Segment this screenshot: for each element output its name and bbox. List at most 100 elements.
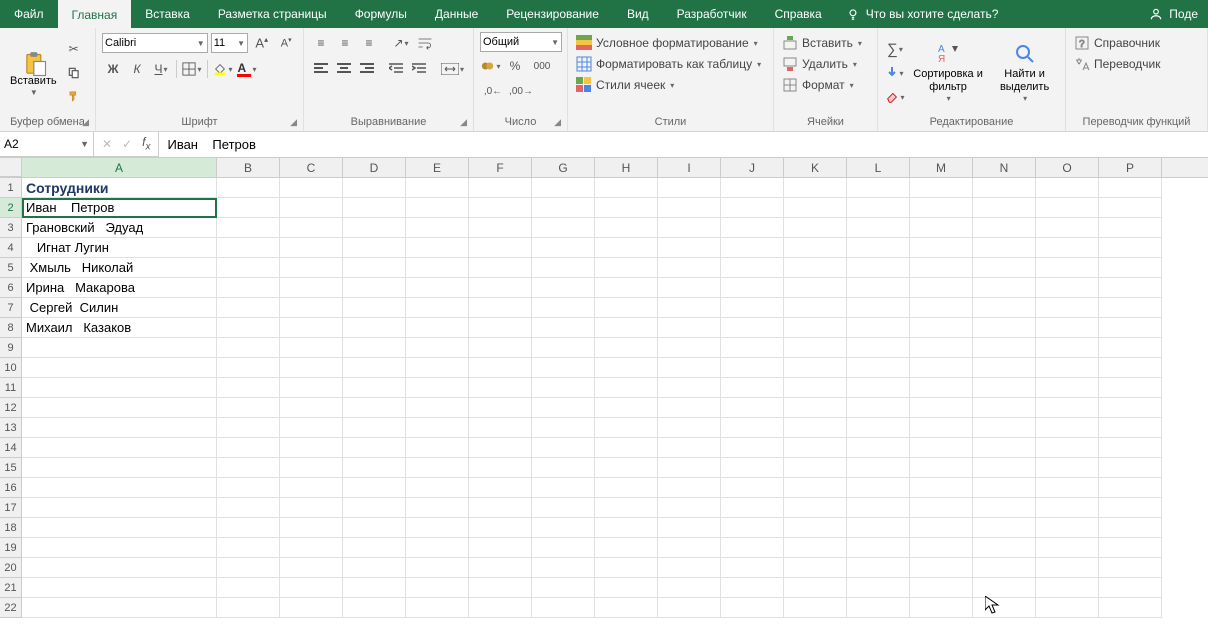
cell[interactable] bbox=[532, 438, 595, 458]
cell[interactable]: Михаил Казаков bbox=[22, 318, 217, 338]
cell[interactable] bbox=[1099, 418, 1162, 438]
cell[interactable] bbox=[280, 558, 343, 578]
cell[interactable] bbox=[784, 598, 847, 618]
format-painter-button[interactable] bbox=[63, 86, 85, 108]
row-header[interactable]: 22 bbox=[0, 598, 22, 618]
cell[interactable] bbox=[973, 578, 1036, 598]
cell[interactable] bbox=[469, 278, 532, 298]
cell[interactable] bbox=[280, 398, 343, 418]
cell[interactable] bbox=[343, 358, 406, 378]
cell[interactable] bbox=[532, 458, 595, 478]
cell[interactable] bbox=[217, 278, 280, 298]
cell[interactable] bbox=[406, 418, 469, 438]
cell[interactable] bbox=[721, 278, 784, 298]
row-header[interactable]: 13 bbox=[0, 418, 22, 438]
row-header[interactable]: 1 bbox=[0, 178, 22, 198]
cell[interactable] bbox=[532, 378, 595, 398]
tab-данные[interactable]: Данные bbox=[421, 0, 492, 28]
indent-inc-button[interactable] bbox=[409, 58, 430, 80]
cell[interactable] bbox=[973, 178, 1036, 198]
cell[interactable] bbox=[595, 238, 658, 258]
cell[interactable] bbox=[1036, 478, 1099, 498]
cell[interactable] bbox=[595, 198, 658, 218]
cell[interactable] bbox=[469, 298, 532, 318]
cell[interactable] bbox=[1099, 298, 1162, 318]
cell[interactable] bbox=[343, 258, 406, 278]
delete-cells-button[interactable]: Удалить▾ bbox=[780, 55, 871, 73]
column-header[interactable]: N bbox=[973, 158, 1036, 177]
increase-decimal-button[interactable]: ,0← bbox=[480, 80, 506, 102]
cell[interactable] bbox=[343, 458, 406, 478]
cell[interactable] bbox=[217, 518, 280, 538]
cell[interactable] bbox=[1099, 538, 1162, 558]
cell[interactable] bbox=[469, 178, 532, 198]
cell[interactable] bbox=[343, 218, 406, 238]
cell[interactable] bbox=[910, 338, 973, 358]
conditional-format-button[interactable]: Условное форматирование▾ bbox=[574, 34, 767, 52]
cell[interactable] bbox=[406, 598, 469, 618]
cell[interactable] bbox=[910, 398, 973, 418]
cell[interactable] bbox=[721, 298, 784, 318]
row-header[interactable]: 17 bbox=[0, 498, 22, 518]
cell[interactable]: Сергей Силин bbox=[22, 298, 217, 318]
cell[interactable] bbox=[280, 418, 343, 438]
align-right-button[interactable] bbox=[357, 58, 378, 80]
select-all-corner[interactable] bbox=[0, 158, 22, 177]
cell[interactable] bbox=[847, 538, 910, 558]
row-header[interactable]: 19 bbox=[0, 538, 22, 558]
column-header[interactable]: B bbox=[217, 158, 280, 177]
cell[interactable] bbox=[595, 438, 658, 458]
cell[interactable] bbox=[532, 238, 595, 258]
column-header[interactable]: E bbox=[406, 158, 469, 177]
cell[interactable] bbox=[343, 338, 406, 358]
cell[interactable] bbox=[217, 218, 280, 238]
column-header[interactable]: K bbox=[784, 158, 847, 177]
cell[interactable] bbox=[406, 478, 469, 498]
cell[interactable] bbox=[784, 438, 847, 458]
cell[interactable] bbox=[406, 458, 469, 478]
cell[interactable] bbox=[847, 258, 910, 278]
cell[interactable] bbox=[658, 418, 721, 438]
cell[interactable] bbox=[1036, 198, 1099, 218]
cell[interactable] bbox=[973, 358, 1036, 378]
cell[interactable] bbox=[784, 258, 847, 278]
cell[interactable] bbox=[280, 178, 343, 198]
cell[interactable] bbox=[721, 238, 784, 258]
cell[interactable] bbox=[343, 298, 406, 318]
cell[interactable] bbox=[784, 238, 847, 258]
cell[interactable] bbox=[784, 418, 847, 438]
cell[interactable] bbox=[1099, 578, 1162, 598]
cell[interactable] bbox=[406, 218, 469, 238]
cell[interactable] bbox=[1099, 238, 1162, 258]
cell[interactable] bbox=[217, 378, 280, 398]
cell[interactable] bbox=[280, 598, 343, 618]
cell[interactable] bbox=[1036, 218, 1099, 238]
chevron-down-icon[interactable]: ▼ bbox=[80, 139, 89, 149]
formula-input[interactable]: Иван Петров bbox=[159, 132, 1208, 157]
row-header[interactable]: 6 bbox=[0, 278, 22, 298]
column-header[interactable]: I bbox=[658, 158, 721, 177]
cell[interactable] bbox=[1099, 478, 1162, 498]
column-header[interactable]: L bbox=[847, 158, 910, 177]
cell[interactable] bbox=[784, 538, 847, 558]
cell[interactable] bbox=[721, 398, 784, 418]
cell[interactable] bbox=[847, 518, 910, 538]
cell[interactable] bbox=[1036, 498, 1099, 518]
column-header[interactable]: D bbox=[343, 158, 406, 177]
cell[interactable] bbox=[658, 498, 721, 518]
cell[interactable] bbox=[280, 438, 343, 458]
cell[interactable] bbox=[595, 538, 658, 558]
column-header[interactable]: M bbox=[910, 158, 973, 177]
tab-формулы[interactable]: Формулы bbox=[341, 0, 421, 28]
cell-styles-button[interactable]: Стили ячеек▾ bbox=[574, 76, 767, 94]
cell[interactable] bbox=[847, 298, 910, 318]
cell[interactable] bbox=[847, 218, 910, 238]
cell[interactable] bbox=[784, 458, 847, 478]
cell[interactable] bbox=[532, 298, 595, 318]
cell[interactable] bbox=[910, 458, 973, 478]
cell[interactable] bbox=[532, 518, 595, 538]
cell[interactable] bbox=[280, 578, 343, 598]
align-top-button[interactable]: ≡ bbox=[310, 32, 332, 54]
cell[interactable] bbox=[910, 478, 973, 498]
cell[interactable] bbox=[973, 418, 1036, 438]
